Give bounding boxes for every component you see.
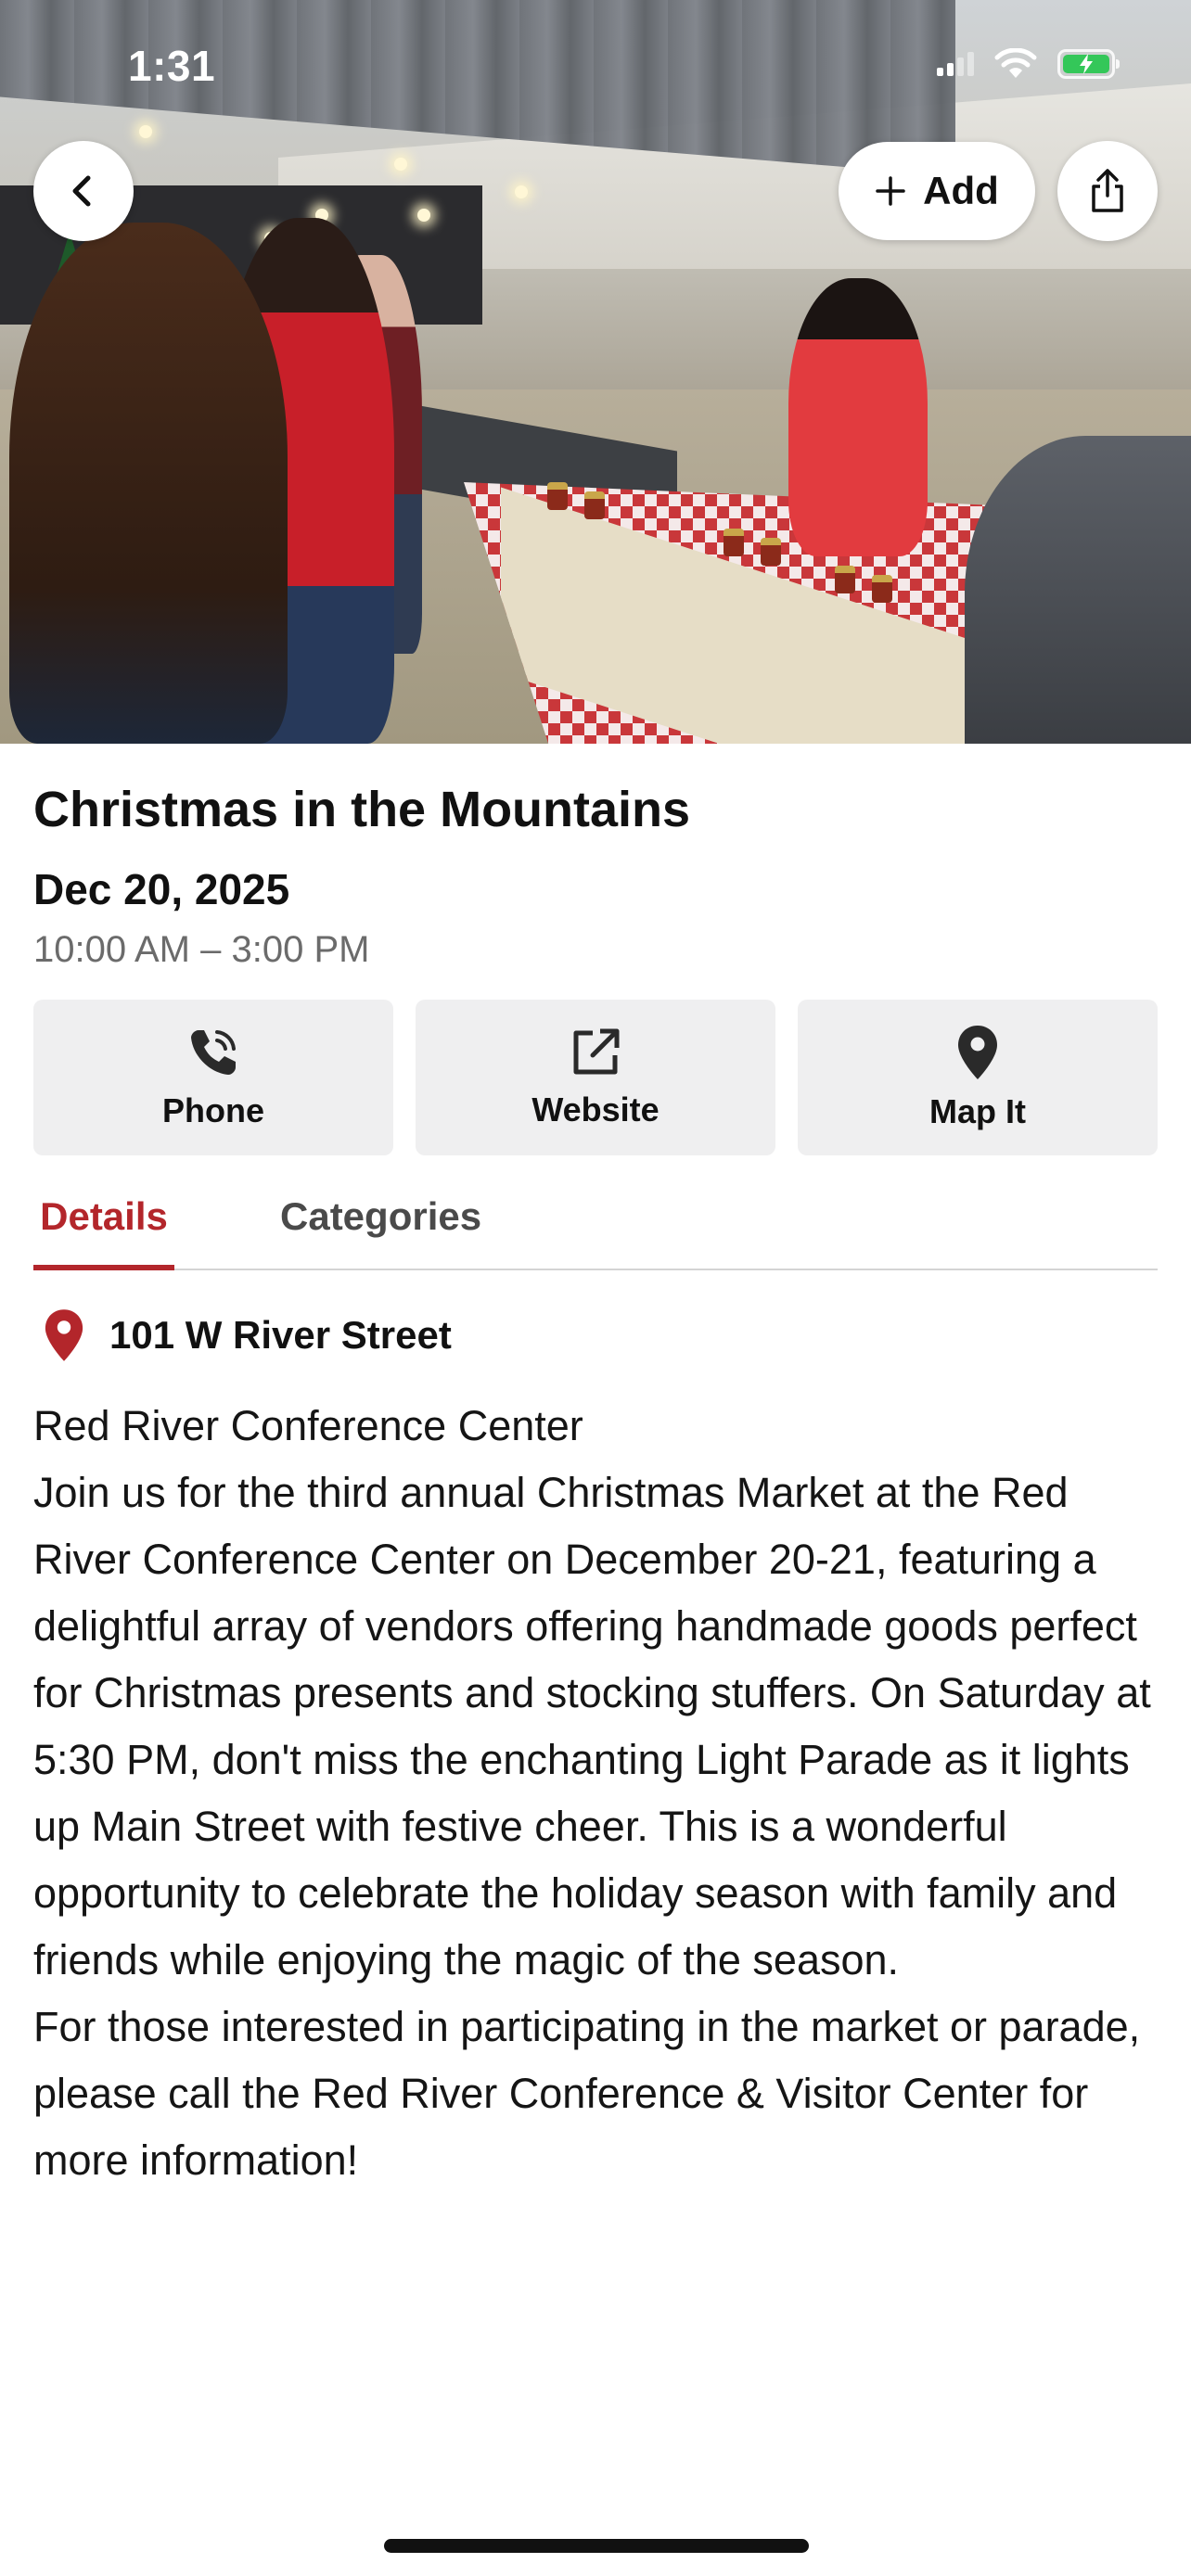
tab-bar: Details Categories (33, 1189, 1158, 1270)
venue-name: Red River Conference Center (33, 1402, 583, 1449)
share-icon (1092, 169, 1123, 212)
event-description: Red River Conference Center Join us for … (33, 1393, 1158, 2194)
address-row[interactable]: 101 W River Street (43, 1307, 452, 1363)
external-link-icon (573, 1028, 620, 1075)
map-it-button[interactable]: Map It (798, 1000, 1158, 1155)
battery-icon (1057, 49, 1120, 79)
event-title: Christmas in the Mountains (33, 782, 691, 837)
event-time: 10:00 AM – 3:00 PM (33, 929, 370, 970)
back-button[interactable] (33, 141, 134, 241)
address-text: 101 W River Street (109, 1313, 452, 1357)
charging-bolt-icon (1080, 54, 1093, 74)
website-button[interactable]: Website (416, 1000, 775, 1155)
description-paragraph-1: Join us for the third annual Christmas M… (33, 1469, 1151, 1983)
add-button[interactable]: Add (839, 142, 1035, 240)
website-label: Website (531, 1090, 660, 1129)
chevron-left-icon (72, 175, 91, 207)
home-indicator[interactable] (384, 2539, 809, 2553)
add-button-label: Add (923, 169, 999, 212)
tab-details[interactable]: Details (33, 1189, 174, 1270)
event-photo (0, 0, 1191, 744)
map-it-label: Map It (929, 1092, 1026, 1130)
wifi-icon (994, 48, 1037, 78)
location-pin-icon (45, 1309, 83, 1361)
share-button[interactable] (1057, 141, 1158, 241)
status-time: 1:31 (128, 42, 216, 90)
phone-button[interactable]: Phone (33, 1000, 393, 1155)
description-paragraph-2: For those interested in participating in… (33, 2003, 1141, 2184)
action-buttons: Phone Website Map It (33, 1000, 1158, 1155)
status-icons (937, 48, 1120, 80)
tab-categories[interactable]: Categories (280, 1189, 481, 1270)
event-date: Dec 20, 2025 (33, 865, 290, 913)
phone-icon (191, 1030, 236, 1075)
cellular-signal-icon (937, 52, 974, 76)
map-pin-icon (958, 1026, 997, 1079)
phone-label: Phone (161, 1091, 264, 1129)
plus-icon (876, 176, 905, 206)
